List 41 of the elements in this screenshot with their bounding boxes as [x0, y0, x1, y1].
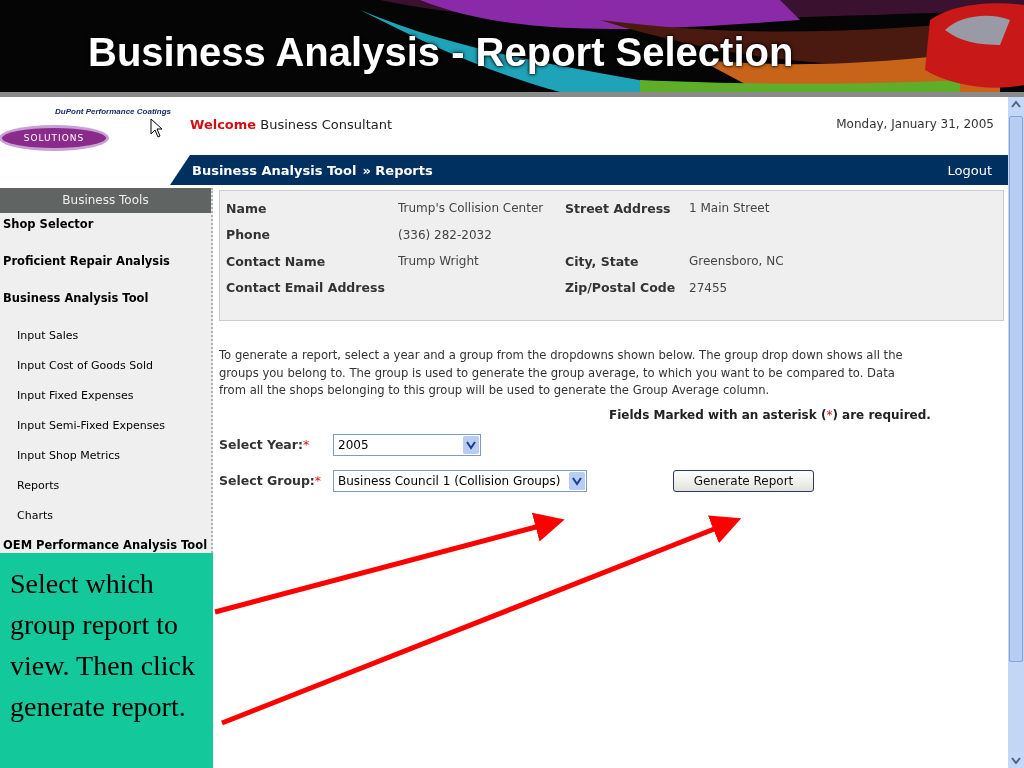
sidebar-header: Business Tools	[0, 188, 211, 213]
field-value: 27455	[689, 280, 728, 295]
field-label: City, State	[565, 253, 640, 269]
welcome-text: Welcome Business Consultant	[190, 117, 393, 132]
logo: DuPont Performance Coatings SOLUTIONS	[0, 97, 180, 155]
field-label: Street Address	[565, 200, 672, 216]
required-note: Fields Marked with an asterisk (*) are required.	[608, 407, 932, 422]
date-text: Monday, January 31, 2005	[836, 117, 994, 131]
field-value: Greensboro, NC	[689, 254, 784, 269]
year-dropdown[interactable]: 2005	[333, 433, 481, 456]
field-value: (336) 282-2032	[398, 227, 493, 242]
sidebar-item[interactable]: Proficient Repair Analysis	[0, 254, 211, 269]
field-value: Trump's Collision Center	[398, 201, 545, 216]
sidebar-item[interactable]: Business Analysis Tool	[0, 291, 211, 306]
sidebar-item[interactable]: Input Sales	[0, 328, 211, 358]
sidebar-item[interactable]: OEM Performance Analysis Tool	[0, 538, 211, 553]
sidebar-item[interactable]: Input Semi-Fixed Expenses	[0, 418, 211, 448]
field-label: Zip/Postal Code	[565, 280, 677, 296]
year-label: Select Year:*	[219, 437, 311, 452]
callout-box: Select which group report to view. Then click generate report.	[0, 553, 213, 768]
generate-report-button[interactable]: Generate Report	[673, 469, 814, 492]
sidebar-item[interactable]: Input Fixed Expenses	[0, 388, 211, 418]
field-label: Contact Name	[226, 253, 327, 269]
sidebar-item[interactable]: Reports	[0, 478, 211, 508]
breadcrumb-link[interactable]: Business Analysis Tool	[192, 162, 357, 178]
field-label: Phone	[226, 227, 272, 243]
group-label: Select Group:*	[219, 473, 323, 488]
breadcrumb-current: » Reports	[362, 162, 433, 178]
mouse-cursor-icon	[150, 118, 162, 138]
sidebar-item[interactable]: Input Cost of Goods Sold	[0, 358, 211, 388]
field-value: Trump Wright	[398, 254, 480, 269]
sidebar-item[interactable]: Charts	[0, 508, 211, 538]
field-label: Name	[226, 200, 268, 216]
field-value: 1 Main Street	[689, 201, 770, 216]
scroll-thumb[interactable]	[1009, 116, 1023, 662]
group-dropdown[interactable]: Business Council 1 (Collision Groups)	[333, 469, 587, 492]
field-label: Contact Email Address	[226, 280, 386, 296]
instructions-text: To generate a report, select a year and a group from the dropdowns shown below. The group drop down shows all the groups you belong to. The group is used to generate the group average, to which you want to be compared to. Data from all the shops belonging to this group will be used to generate the Group Average column.	[219, 347, 904, 399]
sidebar-item[interactable]: Input Shop Metrics	[0, 448, 211, 478]
logout-link[interactable]: Logout	[947, 162, 992, 178]
sidebar-item[interactable]: Shop Selector	[0, 217, 211, 232]
